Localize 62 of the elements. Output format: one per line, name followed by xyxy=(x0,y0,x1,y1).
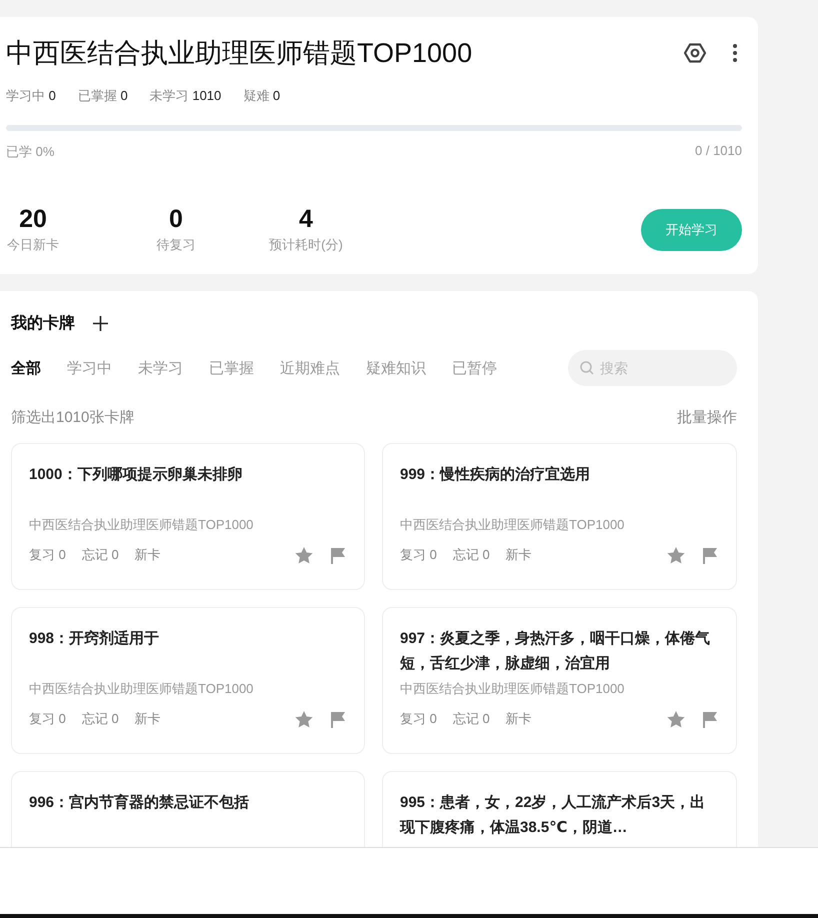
card-title: 997：炎夏之季，身热汗多，咽干口燥，体倦气短，舌红少津，脉虚细，治宜用 xyxy=(400,629,712,674)
stat-value: 20 xyxy=(19,205,47,234)
flag-icon[interactable] xyxy=(703,710,718,728)
filter-tab[interactable]: 疑难知识 xyxy=(366,358,426,378)
count-label: 未学习 1010 xyxy=(150,87,222,105)
card-status: 新卡 xyxy=(134,546,161,564)
star-icon[interactable] xyxy=(295,710,313,728)
deck-title: 中西医结合执业助理医师错题TOP1000 xyxy=(6,37,472,70)
review-count: 复习 0 xyxy=(29,546,66,564)
stat-value: 4 xyxy=(299,205,313,234)
forget-count: 忘记 0 xyxy=(82,710,119,728)
card-status: 新卡 xyxy=(506,710,532,728)
star-icon[interactable] xyxy=(667,546,685,564)
progress-reading: 0 / 1010 xyxy=(695,143,742,160)
star-icon[interactable] xyxy=(667,710,685,728)
review-count: 复习 0 xyxy=(400,546,437,564)
filter-tab[interactable]: 已暂停 xyxy=(452,358,497,378)
count-label: 学习中 0 xyxy=(6,87,56,105)
stat-value: 0 xyxy=(169,205,183,234)
card-status: 新卡 xyxy=(506,546,532,564)
panel-title: 我的卡牌 xyxy=(11,314,75,334)
batch-action-link[interactable]: 批量操作 xyxy=(677,408,737,427)
filter-tab[interactable]: 学习中 xyxy=(67,358,112,378)
search-icon xyxy=(580,361,594,375)
count-label: 已掌握 0 xyxy=(78,87,128,105)
forget-count: 忘记 0 xyxy=(452,546,490,564)
count-label: 疑难 0 xyxy=(243,87,280,105)
flashcard[interactable]: 997：炎夏之季，身热汗多，咽干口燥，体倦气短，舌红少津，脉虚细，治宜用 中西医结合执业助理医师错题TOP1000 复习 0 忘记 0 新卡 xyxy=(382,607,737,754)
star-icon[interactable] xyxy=(295,546,313,564)
progress-label: 已学 0% xyxy=(6,143,54,161)
flag-icon[interactable] xyxy=(703,546,718,564)
filter-tab[interactable]: 已掌握 xyxy=(209,358,254,378)
settings-icon[interactable] xyxy=(684,42,706,64)
start-button[interactable]: 开始学习 xyxy=(641,208,742,250)
card-status: 新卡 xyxy=(134,710,161,728)
more-icon[interactable] xyxy=(732,43,738,63)
stat-label: 待复习 xyxy=(156,236,196,254)
flashcard[interactable]: 999：慢性疾病的治疗宜选用 中西医结合执业助理医师错题TOP1000 复习 0 忘记 0 新卡 xyxy=(382,443,737,590)
review-count: 复习 0 xyxy=(400,710,437,728)
card-deck: 中西医结合执业助理医师错题TOP1000 xyxy=(400,516,626,534)
card-deck: 中西医结合执业助理医师错题TOP1000 xyxy=(400,680,626,698)
forget-count: 忘记 0 xyxy=(452,710,490,728)
stat-label: 今日新卡 xyxy=(7,236,59,254)
add-icon[interactable] xyxy=(93,316,108,331)
forget-count: 忘记 0 xyxy=(82,546,119,564)
review-count: 复习 0 xyxy=(29,710,66,728)
card-title: 996：宫内节育器的禁忌证不包括 xyxy=(29,792,250,813)
flag-icon[interactable] xyxy=(331,710,346,728)
filter-summary: 筛选出1010张卡牌 xyxy=(11,408,134,427)
filter-tab[interactable]: 未学习 xyxy=(138,358,183,378)
flashcard[interactable]: 998：开窍剂适用于 中西医结合执业助理医师错题TOP1000 复习 0 忘记 0 新卡 xyxy=(11,607,365,754)
card-title: 999：慢性疾病的治疗宜选用 xyxy=(400,464,592,485)
card-deck: 中西医结合执业助理医师错题TOP1000 xyxy=(29,680,254,698)
card-title: 995：患者，女，22岁，人工流产术后3天，出现下腹疼痛，体温38.5℃，阴道… xyxy=(400,793,706,838)
stat-label: 预计耗时(分) xyxy=(269,236,343,254)
flag-icon[interactable] xyxy=(331,546,346,564)
card-deck: 中西医结合执业助理医师错题TOP1000 xyxy=(29,516,254,534)
card-title: 1000：下列哪项提示卵巢未排卵 xyxy=(29,465,244,485)
filter-tab[interactable]: 全部 xyxy=(11,358,41,378)
filter-tab[interactable]: 近期难点 xyxy=(280,358,340,378)
card-title: 998：开窍剂适用于 xyxy=(29,629,160,649)
flashcard[interactable]: 1000：下列哪项提示卵巢未排卵 中西医结合执业助理医师错题TOP1000 复习 0 忘记 0 新卡 xyxy=(11,443,365,590)
